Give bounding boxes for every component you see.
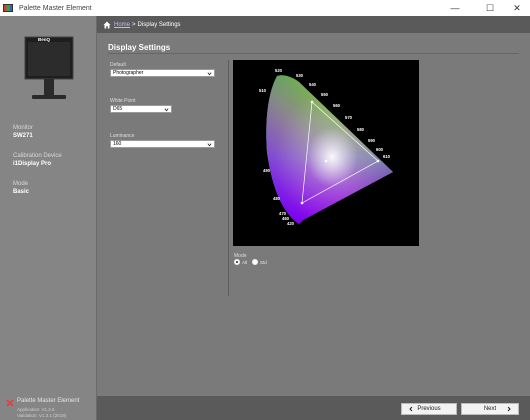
mode-radio-std[interactable] — [252, 259, 259, 265]
mode-label: Mode — [13, 181, 29, 187]
mode-radio-group: All Std — [234, 259, 272, 265]
wavelength-label: 600 — [376, 147, 384, 152]
luminance-label: Luminance — [110, 133, 135, 139]
home-icon[interactable] — [103, 21, 111, 29]
breadcrumb: Home > Display Settings — [97, 16, 530, 33]
monitor-label: Monitor — [13, 125, 34, 131]
next-button[interactable]: Next — [461, 403, 519, 415]
breadcrumb-current: Display Settings — [137, 21, 181, 28]
chevron-down-icon — [207, 72, 212, 76]
close-button[interactable]: ✕ — [502, 0, 530, 16]
wavelength-label: 580 — [357, 127, 365, 132]
wavelength-label: 420 — [287, 221, 295, 226]
white-point-marker — [324, 159, 328, 163]
maximize-button[interactable]: ☐ — [475, 0, 505, 16]
chevron-right-icon — [507, 406, 511, 412]
chevron-down-icon — [207, 143, 212, 147]
wavelength-label: 530 — [296, 73, 304, 78]
wavelength-label: 590 — [368, 138, 376, 143]
footer-title: Palette Master Element — [17, 398, 80, 404]
calibration-value: i1Display Pro — [13, 161, 52, 167]
brand-logo: BenQ — [38, 37, 51, 42]
white-point-label: White Point — [110, 98, 136, 104]
luminance-select-value: 160 — [113, 141, 122, 147]
previous-button[interactable]: Previous — [401, 403, 457, 415]
chevron-down-icon — [164, 108, 169, 112]
app-icon — [3, 4, 13, 12]
next-button-label: Next — [483, 406, 497, 412]
wavelength-label: 540 — [309, 82, 317, 87]
vertical-divider — [228, 60, 229, 296]
breadcrumb-separator: > — [132, 21, 136, 28]
white-point-select-value: D65 — [113, 106, 123, 112]
wavelength-label: 610 — [383, 154, 391, 159]
wavelength-label: 480 — [273, 196, 281, 201]
monitor-image: BenQ — [24, 36, 74, 99]
default-select-value: Photographer — [113, 70, 144, 76]
page-title: Display Settings — [108, 43, 171, 52]
wavelength-label: 560 — [333, 103, 341, 108]
gamut-diagram: 520 530 540 550 560 570 580 590 600 610 … — [233, 60, 419, 246]
mode-radio-all[interactable] — [234, 259, 240, 265]
palette-logo-icon — [6, 399, 14, 407]
window-title: Palette Master Element — [19, 4, 92, 12]
minimize-button[interactable]: — — [440, 0, 470, 16]
mode-radio-std-label: Std — [260, 259, 267, 265]
wavelength-label: 520 — [275, 68, 283, 73]
sidebar: BenQ Monitor SW271 Calibration Device i1… — [0, 16, 97, 420]
footer-validation-version: Validation: V1.3.1 (2018) — [17, 413, 67, 418]
default-label: Default — [110, 62, 126, 68]
title-bar: Palette Master Element — ☐ ✕ — [0, 0, 530, 16]
monitor-value: SW271 — [13, 133, 33, 139]
calibration-label: Calibration Device — [13, 153, 62, 159]
wavelength-label: 490 — [263, 168, 271, 173]
wavelength-label: 510 — [259, 88, 267, 93]
footer-application-version: Application: V1.2.5 — [17, 407, 55, 412]
chevron-left-icon — [409, 406, 413, 412]
default-select[interactable]: Photographer — [110, 69, 215, 77]
luminance-select[interactable]: 160 — [110, 140, 215, 148]
white-point-select[interactable]: D65 — [110, 105, 172, 113]
wavelength-label: 550 — [321, 92, 329, 97]
cie-chromaticity-chart: 520 530 540 550 560 570 580 590 600 610 … — [259, 68, 393, 226]
breadcrumb-home-link[interactable]: Home — [114, 22, 130, 28]
wavelength-label: 570 — [345, 115, 353, 120]
previous-button-label: Previous — [417, 406, 441, 412]
mode-radio-all-label: All — [242, 259, 248, 265]
mode-value: Basic — [13, 189, 30, 195]
title-divider — [108, 53, 519, 54]
